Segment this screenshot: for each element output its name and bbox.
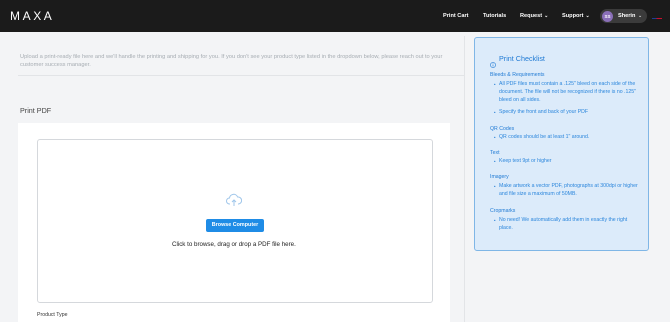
bullet: • xyxy=(494,82,496,87)
checklist-section-heading: Text xyxy=(490,150,500,156)
nav-request[interactable]: Request ⌄ xyxy=(520,12,548,20)
bullet: • xyxy=(494,218,496,223)
product-type-label: Product Type xyxy=(37,312,68,318)
bullet: • xyxy=(494,135,496,140)
checklist-section-heading: Bleeds & Requirements xyxy=(490,72,545,78)
checklist-item: Make artwork a vector PDF, photographs a… xyxy=(499,183,638,197)
checklist-section-heading: Imagery xyxy=(490,174,509,180)
user-name: Sherin xyxy=(618,13,636,19)
nav-tutorials-label: Tutorials xyxy=(483,13,507,19)
nav-support[interactable]: Support ⌄ xyxy=(562,12,590,20)
checklist-item: Specify the front and back of your PDF xyxy=(499,109,589,115)
checklist-item: Keep text 9pt or higher xyxy=(499,158,552,164)
browse-computer-button[interactable]: Browse Computer xyxy=(206,219,264,232)
chevron-down-icon: ⌄ xyxy=(638,13,643,19)
divider xyxy=(18,75,464,76)
section-title: Print PDF xyxy=(20,106,52,115)
nav-support-label: Support xyxy=(562,13,584,19)
nav-tutorials[interactable]: Tutorials xyxy=(483,12,506,20)
checklist-item: All PDF files must contain a .125" bleed… xyxy=(499,81,636,103)
bullet: • xyxy=(494,184,496,189)
column-divider xyxy=(464,36,465,322)
checklist-section-heading: Cropmarks xyxy=(490,208,516,214)
checklist-item: No need! We automatically add them in ex… xyxy=(499,217,628,231)
dropzone-hint: Click to browse, drag or drop a PDF file… xyxy=(172,241,296,248)
maxa-logo[interactable]: MAXA xyxy=(10,9,54,23)
avatar: SS xyxy=(602,10,613,22)
bullet: • xyxy=(494,110,496,115)
checklist-section-heading: QR Codes xyxy=(490,126,515,132)
bullet: • xyxy=(494,159,496,164)
checklist-title: Print Checklist xyxy=(499,54,545,63)
intro-text: Upload a print-ready file here and we'll… xyxy=(20,54,443,68)
chevron-down-icon: ⌄ xyxy=(544,13,549,19)
nav-print-cart[interactable]: Print Cart xyxy=(443,12,469,20)
info-icon xyxy=(490,55,496,68)
checklist-item: QR codes should be at least 1" around. xyxy=(499,134,590,140)
user-menu[interactable]: SS Sherin ⌄ xyxy=(600,9,647,23)
us-flag-icon[interactable] xyxy=(652,12,662,19)
cloud-upload-icon xyxy=(226,193,243,207)
nav-print-cart-label: Print Cart xyxy=(443,13,469,19)
chevron-down-icon: ⌄ xyxy=(585,13,590,19)
nav-request-label: Request xyxy=(520,13,543,19)
